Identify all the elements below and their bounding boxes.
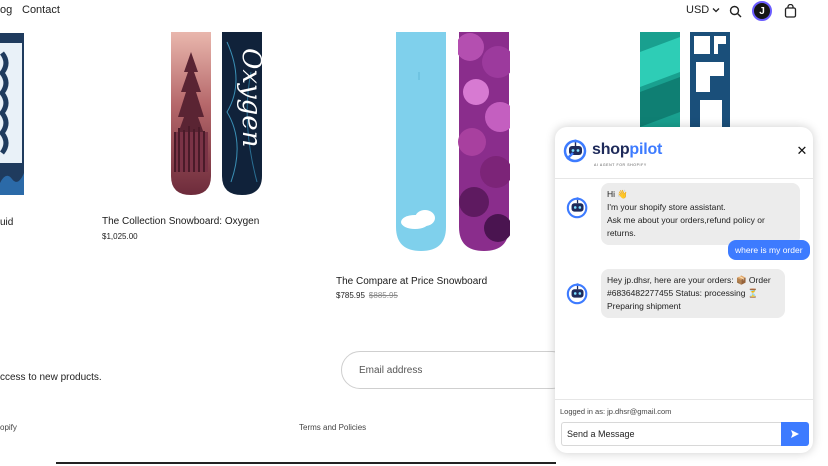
product-image-partial-right-2[interactable]	[690, 32, 730, 132]
send-button[interactable]	[781, 422, 809, 446]
product-image-partial[interactable]	[0, 33, 30, 196]
product-image-compare-base[interactable]	[395, 32, 447, 252]
bot-avatar-icon	[566, 283, 588, 305]
footer-divider	[56, 462, 556, 464]
chat-header: shoppilot AI AGENT FOR SHOPIFY ✕	[555, 127, 813, 179]
account-avatar[interactable]: J	[752, 1, 772, 21]
bot-message: Hey jp.dhsr, here are your orders: 📦 Ord…	[601, 269, 785, 318]
robot-logo-icon	[563, 139, 587, 163]
bot-avatar-icon	[566, 197, 588, 219]
product-price: $1,025.00	[102, 232, 138, 241]
shopping-bag-icon[interactable]	[781, 2, 799, 20]
chat-input-placeholder: Send a Message	[567, 429, 635, 439]
product-title[interactable]: uid	[0, 217, 13, 228]
product-price: $785.95 $885.95	[336, 291, 398, 300]
footer-powered-by[interactable]: opify	[0, 423, 17, 432]
product-image-compare-top[interactable]	[458, 32, 510, 252]
currency-selector[interactable]: USD	[686, 4, 720, 16]
footer-terms-link[interactable]: Terms and Policies	[299, 423, 366, 432]
bot-message: Hi 👋 I'm your shopify store assistant. A…	[601, 183, 800, 245]
close-chat-button[interactable]: ✕	[795, 143, 809, 158]
nav-link-blog[interactable]: og	[0, 4, 12, 16]
chat-widget: shoppilot AI AGENT FOR SHOPIFY ✕ Hi 👋 I'…	[555, 127, 813, 453]
email-placeholder: Email address	[359, 364, 423, 376]
product-title[interactable]: The Compare at Price Snowboard	[336, 276, 487, 287]
product-title[interactable]: The Collection Snowboard: Oxygen	[102, 216, 259, 227]
user-message: where is my order	[728, 240, 810, 260]
sale-price: $785.95	[336, 291, 365, 300]
product-image-oxygen-top[interactable]: Oxygen	[221, 32, 263, 196]
send-icon	[791, 430, 799, 438]
compare-price: $885.95	[368, 291, 398, 300]
product-image-partial-right[interactable]	[639, 32, 681, 132]
newsletter-text: ccess to new products.	[0, 372, 102, 383]
logo-wordmark: shoppilot	[592, 141, 663, 158]
search-icon[interactable]	[726, 2, 744, 20]
logo-tagline: AI AGENT FOR SHOPIFY	[594, 163, 647, 167]
currency-label: USD	[686, 4, 710, 16]
site-header: og Contact USD J	[0, 0, 828, 22]
product-image-oxygen-base[interactable]	[170, 32, 212, 196]
oxygen-board-script: Oxygen	[236, 48, 263, 147]
shoppilot-logo: shoppilot	[563, 137, 662, 163]
email-input[interactable]: Email address	[341, 351, 571, 389]
chat-message-input[interactable]: Send a Message	[561, 422, 787, 446]
logged-in-text: Logged in as: jp.dhsr@gmail.com	[560, 407, 672, 416]
nav-link-contact[interactable]: Contact	[22, 4, 60, 16]
chevron-down-icon	[712, 8, 720, 13]
